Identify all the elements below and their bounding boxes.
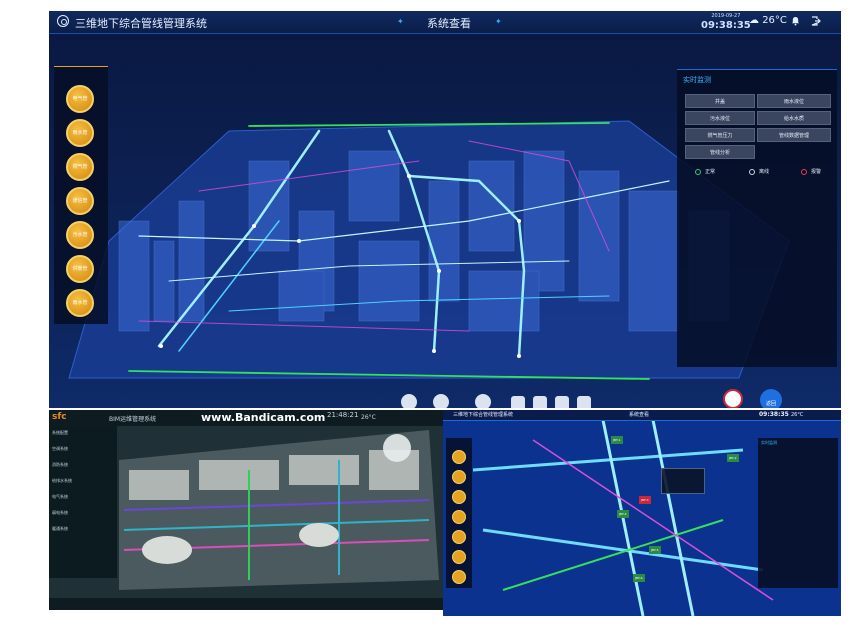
pipe-tag-alarm[interactable]: JBT-3	[639, 496, 651, 504]
tree-item[interactable]: 弱电系统	[52, 510, 68, 516]
monitor-button-pipe-analysis[interactable]: 管线分析	[685, 145, 755, 159]
monitor-button-water-quality[interactable]: 给水水质	[757, 111, 831, 125]
sub-info-popup	[661, 468, 705, 494]
monitor-button-manhole[interactable]: 井盖	[685, 94, 755, 108]
back-button[interactable]: 返回	[760, 389, 782, 408]
clock-icon[interactable]	[511, 396, 525, 408]
bell-icon[interactable]	[791, 16, 800, 26]
bim-brand-logo: sfc	[52, 412, 67, 422]
sub-pipe-button[interactable]	[452, 470, 466, 484]
temperature: 26°C	[762, 15, 787, 26]
tree-item[interactable]: 暖通系统	[52, 526, 68, 532]
sub-pipe-button[interactable]	[452, 510, 466, 524]
compass-icon[interactable]	[723, 389, 743, 408]
bim-app-title: BIM运维管理系统	[109, 416, 157, 423]
status-normal: 正常	[695, 168, 715, 175]
pipe-type-button-sewage[interactable]: 污水管	[66, 221, 94, 249]
cloud-icon: ☁	[749, 15, 759, 26]
main-screenshot: 三维地下综合管线管理系统 ✦ 系统查看 ✦ 2019-09-27 09:38:3…	[49, 11, 841, 408]
pipe-type-button-electric[interactable]: 电气管	[66, 85, 94, 113]
status-alarm: 报警	[801, 168, 821, 175]
pipe-type-button-heating[interactable]: 供暖管	[66, 255, 94, 283]
bim-weather: 26°C	[361, 414, 376, 421]
sub-pipe-button[interactable]	[452, 570, 466, 584]
status-label: 报警	[811, 169, 822, 175]
bim-top-bar: sfc BIM运维管理系统 www.Bandicam.com 21:48:21 …	[49, 410, 443, 426]
grid-icon[interactable]	[533, 396, 547, 408]
tree-item[interactable]: 给排水系统	[52, 478, 72, 484]
date-time: 2019-09-27 09:38:35	[701, 13, 751, 31]
sub-pipe-sidebar	[446, 438, 472, 588]
monitor-button-rain-level[interactable]: 雨水液位	[757, 94, 831, 108]
pipe-type-button-gas[interactable]: 燃气管	[66, 153, 94, 181]
network-icon[interactable]	[555, 396, 569, 408]
sub-app-title: 三维地下综合管线管理系统	[453, 412, 514, 418]
status-label: 离线	[759, 169, 770, 175]
monitor-button-sewage-level[interactable]: 污水液位	[685, 111, 755, 125]
sub-screenshot: 三维地下综合管线管理系统 系统查看 09:38:35 26°C 实时监测 JBT…	[443, 410, 841, 616]
chart-icon[interactable]	[577, 396, 591, 408]
sub-pipe-button[interactable]	[452, 530, 466, 544]
pipe-tag[interactable]: JBT-5	[649, 546, 661, 554]
sub-pipe-button[interactable]	[452, 490, 466, 504]
monitor-button-gas-pressure[interactable]: 燃气管压力	[685, 128, 755, 142]
bim-watermark: www.Bandicam.com	[201, 411, 326, 424]
status-dot-icon	[801, 168, 807, 175]
monitor-button-pipe-data[interactable]: 管线数据管理	[757, 128, 831, 142]
pipe-tag[interactable]: JBT-6	[633, 574, 645, 582]
sub-page-title: 系统查看	[629, 412, 650, 418]
building-icon[interactable]	[433, 394, 449, 408]
pipe-type-button-telecom[interactable]: 通信管	[66, 187, 94, 215]
pipe-type-button-rain-2[interactable]: 雨水管	[66, 289, 94, 317]
tree-item[interactable]: 电气系统	[52, 494, 68, 500]
realtime-monitor-panel: 实时监测 井盖 雨水液位 污水液位 给水水质 燃气管压力 管线数据管理 管线分析…	[677, 69, 837, 367]
sub-pipe-button[interactable]	[452, 450, 466, 464]
back-label: 返回	[765, 401, 776, 407]
top-bar: 三维地下综合管线管理系统 ✦ 系统查看 ✦ 2019-09-27 09:38:3…	[49, 11, 841, 34]
decor-star-icon: ✦	[397, 17, 404, 26]
pipe-tag[interactable]: JBT-2	[727, 454, 739, 462]
page-title: 系统查看	[427, 17, 471, 30]
tree-item[interactable]: 消防系统	[52, 462, 68, 468]
bim-screenshot: sfc BIM运维管理系统 www.Bandicam.com 21:48:21 …	[49, 410, 443, 610]
sub-panel-title: 实时监测	[761, 440, 777, 445]
decor-star-icon: ✦	[495, 17, 502, 26]
tree-item[interactable]: 空调系统	[52, 446, 68, 452]
time-text: 09:38:35	[701, 20, 751, 31]
app-logo-icon	[57, 15, 69, 27]
weather-readout: ☁ 26°C	[749, 15, 787, 26]
status-dot-icon	[749, 168, 755, 175]
pipe-tag[interactable]: JBT-4	[617, 510, 629, 518]
tree-header: 系统配置	[52, 430, 68, 435]
sub-time: 09:38:35	[759, 411, 789, 418]
status-label: 正常	[705, 169, 716, 175]
home-icon[interactable]	[401, 394, 417, 408]
bim-time: 21:48:21	[327, 411, 359, 419]
app-title: 三维地下综合管线管理系统	[75, 17, 207, 30]
return-icon[interactable]	[475, 394, 491, 408]
status-offline: 离线	[749, 168, 769, 175]
bim-system-tree: 系统配置 空调系统 消防系统 给排水系统 电气系统 弱电系统 暖通系统	[49, 426, 117, 578]
panel-title: 实时监测	[683, 76, 711, 84]
bim-date-time: 21:48:21	[327, 411, 358, 419]
pipe-tag[interactable]: JBT-1	[611, 436, 623, 444]
pipe-type-sidebar: 电气管 雨水管 燃气管 通信管 污水管 供暖管 雨水管	[54, 66, 108, 324]
date-text: 2019-09-27	[711, 13, 741, 19]
bim-bottom-menu	[49, 598, 443, 610]
exit-icon[interactable]	[811, 16, 821, 26]
sub-top-bar: 三维地下综合管线管理系统 系统查看 09:38:35 26°C	[443, 410, 841, 421]
sub-pipe-button[interactable]	[452, 550, 466, 564]
status-dot-icon	[695, 168, 701, 175]
sub-monitor-panel: 实时监测	[758, 438, 838, 588]
pipe-type-button-rain[interactable]: 雨水管	[66, 119, 94, 147]
sub-weather: 26°C	[791, 412, 804, 418]
